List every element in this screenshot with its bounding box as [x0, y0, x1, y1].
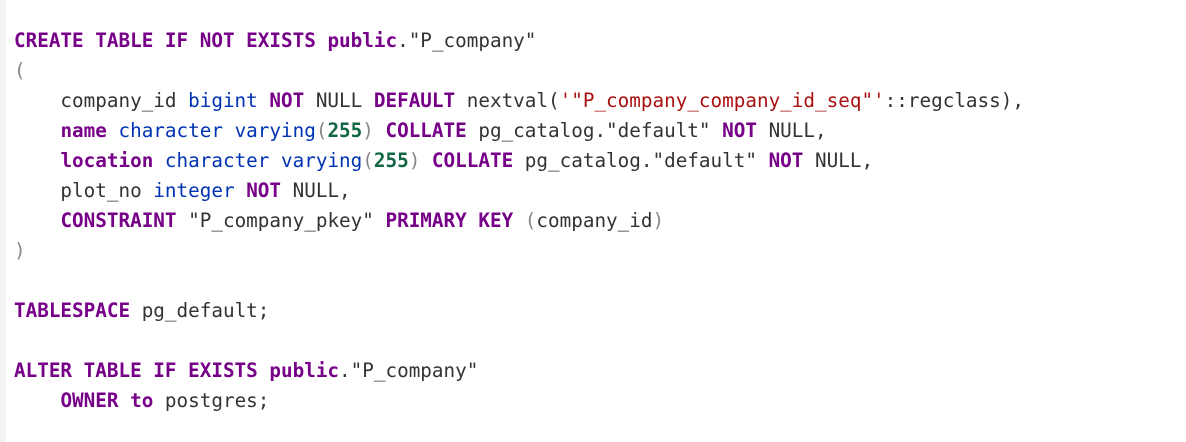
code-token-plain: "P_company"	[408, 29, 537, 52]
code-line[interactable]: name character varying(255) COLLATE pg_c…	[14, 116, 1180, 146]
code-token-plain: company_id	[14, 89, 189, 112]
code-token-plain: pg_catalog."default"	[513, 149, 769, 172]
code-token-plain: ::regclass),	[884, 89, 1024, 112]
code-token-punct: )	[14, 239, 26, 262]
sql-code-editor[interactable]: CREATE TABLE IF NOT EXISTS public."P_com…	[14, 26, 1180, 416]
code-token-plain: postgres;	[153, 389, 270, 412]
code-line[interactable]: (	[14, 56, 1180, 86]
code-token-kw: DEFAULT	[373, 89, 456, 112]
code-line[interactable]: CONSTRAINT "P_company_pkey" PRIMARY KEY …	[14, 206, 1180, 236]
code-token-type: character varying	[164, 149, 363, 172]
code-token-type: bigint	[188, 89, 258, 112]
code-token-punct: (	[14, 59, 26, 82]
code-line[interactable]: company_id bigint NOT NULL DEFAULT nextv…	[14, 86, 1180, 116]
code-token-plain: "P_company"	[350, 359, 479, 382]
code-token-kw: TABLESPACE	[14, 299, 131, 322]
code-line[interactable]: plot_no integer NOT NULL,	[14, 176, 1180, 206]
code-token-kw: CONSTRAINT	[60, 209, 177, 232]
code-token-punct: )	[652, 209, 665, 232]
code-token-plain: plot_no	[14, 179, 154, 202]
code-token-kw: OWNER	[60, 389, 119, 412]
editor-gutter-strip	[0, 0, 6, 442]
code-line[interactable]: )	[14, 236, 1180, 266]
code-token-str: '"P_company_company_id_seq"'	[559, 89, 885, 112]
code-token-punct: )	[362, 119, 374, 142]
code-token-plain: pg_default;	[130, 299, 270, 322]
code-token-kw: NOT	[768, 149, 804, 172]
code-token-kw: COLLATE	[385, 119, 467, 142]
code-token-plain: company_id	[536, 209, 653, 232]
code-token-kw: public	[327, 29, 398, 52]
code-token-plain: nextval(	[455, 89, 560, 112]
code-token-kw: PRIMARY KEY	[385, 209, 514, 232]
code-token-punct: (	[362, 149, 374, 172]
code-token-plain: "P_company_pkey"	[176, 209, 386, 232]
code-token-plain: pg_catalog."default"	[466, 119, 723, 142]
code-token-num: 255	[373, 149, 409, 172]
code-token-punct: (	[315, 119, 328, 142]
code-line[interactable]	[14, 326, 1180, 356]
code-token-kw: to	[130, 389, 154, 412]
code-token-plain: NULL,	[756, 119, 827, 142]
code-line[interactable]: CREATE TABLE IF NOT EXISTS public."P_com…	[14, 26, 1180, 56]
code-token-type: character varying	[118, 119, 316, 142]
code-token-kw: NOT	[722, 119, 757, 142]
code-line[interactable]	[14, 266, 1180, 296]
code-line[interactable]: ALTER TABLE IF EXISTS public."P_company"	[14, 356, 1180, 386]
code-token-punct: )	[408, 149, 421, 172]
code-token-kw: location	[60, 149, 154, 172]
code-token-plain: NULL,	[803, 149, 874, 172]
code-line[interactable]: TABLESPACE pg_default;	[14, 296, 1180, 326]
code-token-punct: (	[524, 209, 537, 232]
code-token-kw: public	[269, 359, 340, 382]
code-token-num: 255	[327, 119, 363, 142]
code-token-kw: ALTER TABLE IF EXISTS	[14, 359, 258, 382]
code-line[interactable]: OWNER to postgres;	[14, 386, 1180, 416]
code-token-kw: name	[60, 119, 107, 142]
code-token-plain: .	[397, 29, 409, 52]
code-token-kw: NOT	[246, 179, 282, 202]
code-token-kw: COLLATE	[431, 149, 514, 172]
code-token-kw: NOT	[269, 89, 305, 112]
code-line[interactable]: location character varying(255) COLLATE …	[14, 146, 1180, 176]
code-token-plain: .	[339, 359, 351, 382]
code-token-kw: CREATE TABLE IF NOT EXISTS	[14, 29, 316, 52]
code-token-plain: NULL,	[281, 179, 351, 202]
code-token-type: integer	[153, 179, 235, 202]
code-token-plain: NULL	[304, 89, 374, 112]
